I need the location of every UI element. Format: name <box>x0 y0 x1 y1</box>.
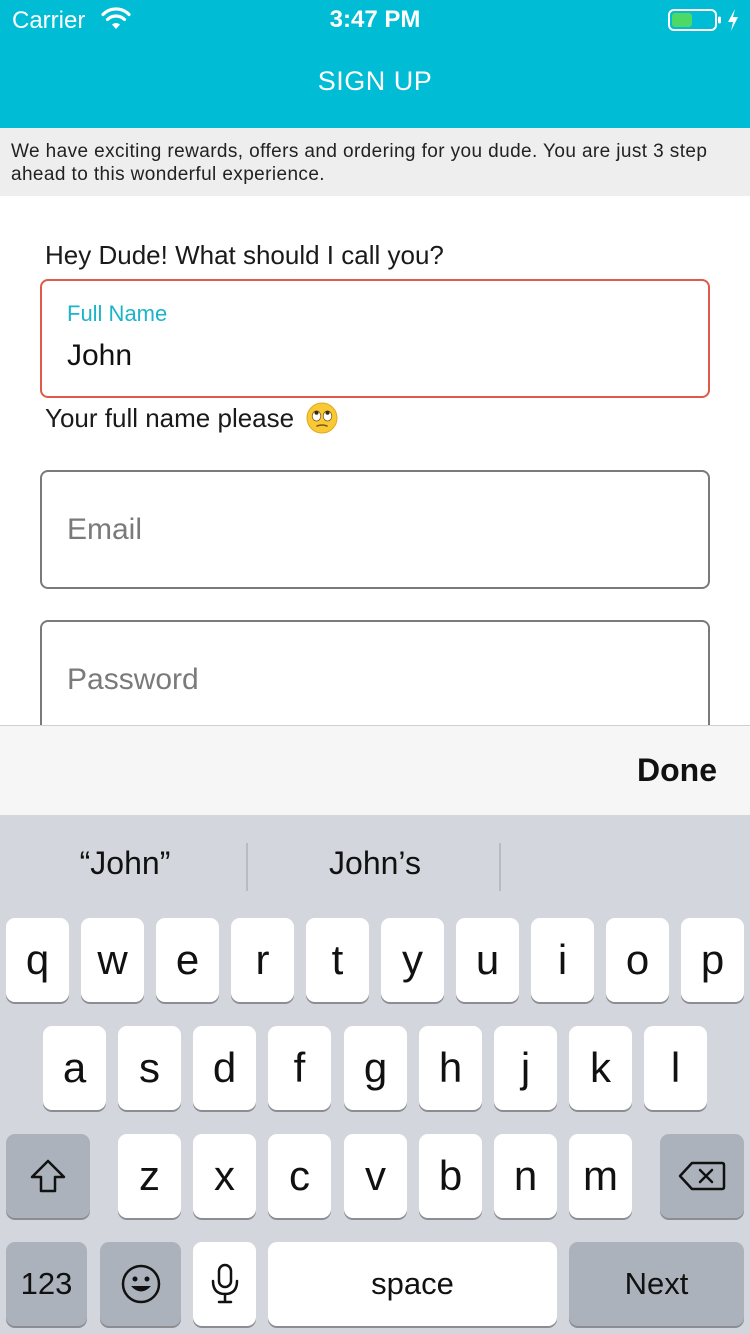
key-q[interactable]: q <box>6 918 69 1002</box>
suggestion-bar: “John” John’s <box>0 815 750 918</box>
suggestion-divider <box>499 843 501 891</box>
email-input[interactable]: Email <box>67 513 142 547</box>
full-name-label: Full Name <box>67 301 168 326</box>
battery-icon <box>668 9 721 31</box>
page-title: SIGN UP <box>317 66 433 96</box>
key-o[interactable]: o <box>606 918 669 1002</box>
key-g[interactable]: g <box>344 1026 407 1110</box>
smiley-icon <box>121 1264 160 1304</box>
key-b[interactable]: b <box>419 1134 482 1218</box>
dictation-key[interactable] <box>193 1242 256 1326</box>
key-l[interactable]: l <box>644 1026 707 1110</box>
password-field[interactable]: Password <box>40 620 710 739</box>
key-d[interactable]: d <box>193 1026 256 1110</box>
key-h[interactable]: h <box>419 1026 482 1110</box>
numbers-key[interactable]: 123 <box>6 1242 87 1326</box>
suggestion-divider <box>246 843 248 891</box>
emoji-key[interactable] <box>100 1242 181 1326</box>
keyboard-accessory-bar: Done <box>0 725 750 815</box>
helper-text: Your full name please <box>45 402 295 433</box>
info-banner: We have exciting rewards, offers and ord… <box>0 128 750 196</box>
suggestion-2[interactable]: John’s <box>250 845 500 882</box>
key-w[interactable]: w <box>81 918 144 1002</box>
key-j[interactable]: j <box>494 1026 557 1110</box>
email-field[interactable]: Email <box>40 470 710 589</box>
keyboard: “John” John’s q w e r t y u i o p a s d … <box>0 815 750 1334</box>
full-name-field[interactable]: Full Name John <box>40 279 710 398</box>
space-key[interactable]: space <box>268 1242 557 1326</box>
key-i[interactable]: i <box>531 918 594 1002</box>
shift-icon <box>30 1159 66 1193</box>
key-a[interactable]: a <box>43 1026 106 1110</box>
key-p[interactable]: p <box>681 918 744 1002</box>
status-bar: Carrier 3:47 PM <box>0 0 750 40</box>
key-t[interactable]: t <box>306 918 369 1002</box>
key-y[interactable]: y <box>381 918 444 1002</box>
key-z[interactable]: z <box>118 1134 181 1218</box>
key-v[interactable]: v <box>344 1134 407 1218</box>
key-f[interactable]: f <box>268 1026 331 1110</box>
key-s[interactable]: s <box>118 1026 181 1110</box>
key-m[interactable]: m <box>569 1134 632 1218</box>
eye-roll-emoji-icon <box>306 402 338 434</box>
password-input[interactable]: Password <box>67 663 199 697</box>
key-x[interactable]: x <box>193 1134 256 1218</box>
charging-bolt-icon <box>728 9 738 31</box>
navigation-header: Carrier 3:47 PM SIGN UP <box>0 0 750 128</box>
key-e[interactable]: e <box>156 918 219 1002</box>
full-name-helper: Your full name please <box>45 402 338 434</box>
status-time: 3:47 PM <box>329 6 421 33</box>
name-prompt: Hey Dude! What should I call you? <box>45 240 444 270</box>
delete-key[interactable] <box>660 1134 744 1218</box>
full-name-input[interactable]: John <box>67 339 132 373</box>
key-k[interactable]: k <box>569 1026 632 1110</box>
done-button[interactable]: Done <box>637 752 717 789</box>
microphone-icon <box>211 1263 238 1304</box>
suggestion-1[interactable]: “John” <box>0 845 250 882</box>
key-r[interactable]: r <box>231 918 294 1002</box>
key-n[interactable]: n <box>494 1134 557 1218</box>
backspace-icon <box>678 1161 726 1191</box>
key-u[interactable]: u <box>456 918 519 1002</box>
shift-key[interactable] <box>6 1134 90 1218</box>
next-key[interactable]: Next <box>569 1242 744 1326</box>
key-c[interactable]: c <box>268 1134 331 1218</box>
